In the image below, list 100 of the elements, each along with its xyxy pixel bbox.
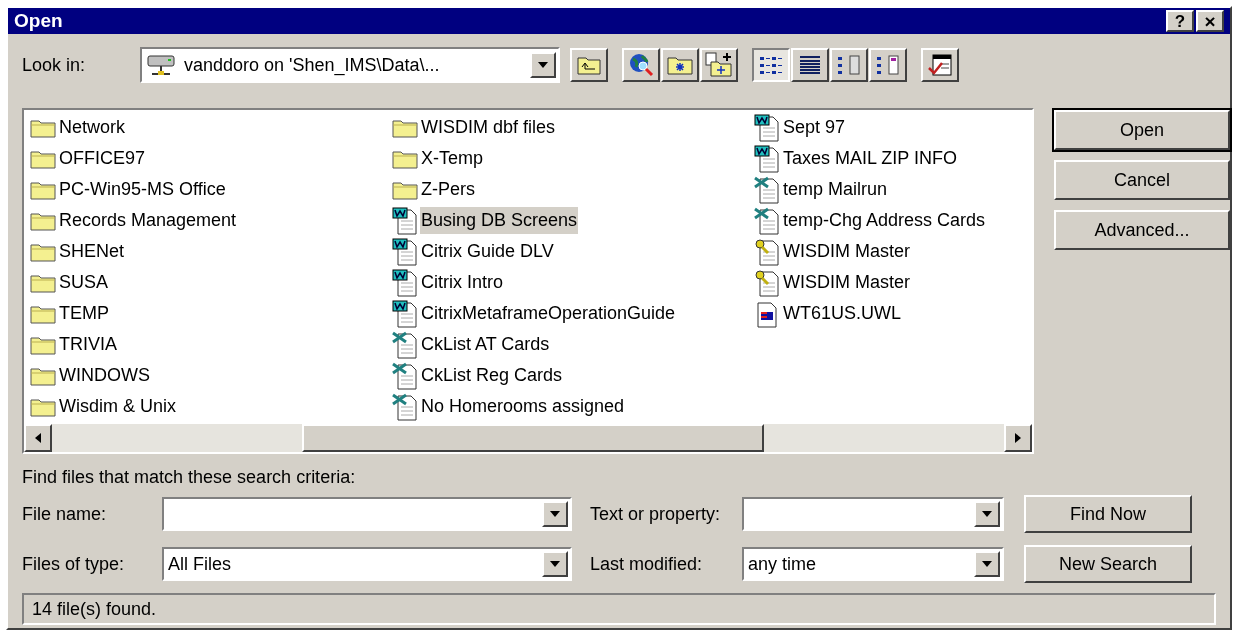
dropdown-button[interactable]: [542, 551, 568, 577]
files-of-type-label: Files of type:: [22, 552, 126, 576]
status-bar: 14 file(s) found.: [22, 593, 1216, 625]
file-item[interactable]: WT61US.UWL: [754, 298, 1032, 329]
file-item[interactable]: WISDIM dbf files: [392, 112, 754, 143]
file-item[interactable]: CitrixMetaframeOperationGuide: [392, 298, 754, 329]
text-or-property-label: Text or property:: [589, 502, 722, 526]
caret-icon: [550, 511, 560, 517]
file-item[interactable]: Network: [30, 112, 392, 143]
combo-field[interactable]: any time: [742, 547, 1004, 581]
folder-icon: [30, 334, 56, 355]
scroll-right-button[interactable]: [1004, 424, 1032, 452]
file-item[interactable]: WISDIM Master: [754, 236, 1032, 267]
dialog-button[interactable]: Cancel: [1054, 160, 1230, 200]
file-item[interactable]: Z-Pers: [392, 174, 754, 205]
add-to-favorites-button[interactable]: [700, 48, 738, 82]
combo-field[interactable]: All Files: [162, 547, 572, 581]
file-item[interactable]: Wisdim & Unix: [30, 391, 392, 422]
file-item[interactable]: Taxes MAIL ZIP INFO: [754, 143, 1032, 174]
file-item[interactable]: Sept 97: [754, 112, 1032, 143]
folder-icon: [30, 396, 56, 417]
folder-icon: [30, 148, 56, 169]
find-now-button[interactable]: Find Now: [1024, 495, 1192, 533]
add-folder-icon: [705, 52, 733, 78]
folder-icon: [30, 117, 56, 138]
file-item[interactable]: TRIVIA: [30, 329, 392, 360]
dropdown-button[interactable]: [542, 501, 568, 527]
folder-icon: [392, 148, 418, 169]
file-item[interactable]: WISDIM Master: [754, 267, 1032, 298]
window-title: Open: [14, 8, 63, 33]
properties-view-icon: [837, 55, 861, 75]
details-view-icon: [798, 55, 822, 75]
checkmark-window-icon: [927, 53, 953, 77]
dialog-button[interactable]: Open: [1054, 110, 1230, 150]
file-item[interactable]: SUSA: [30, 267, 392, 298]
dropdown-button[interactable]: [530, 52, 556, 78]
spreadsheet-icon: [392, 392, 418, 421]
dropdown-button[interactable]: [974, 501, 1000, 527]
preview-view-icon: [876, 55, 900, 75]
file-item[interactable]: No Homerooms assigned: [392, 391, 754, 422]
list-view-icon: [759, 55, 783, 75]
file-item[interactable]: CkList Reg Cards: [392, 360, 754, 391]
word-document-icon: [754, 113, 780, 142]
help-button[interactable]: ?: [1166, 10, 1194, 32]
dialog-button[interactable]: Advanced...: [1054, 210, 1230, 250]
new-search-button[interactable]: New Search: [1024, 545, 1192, 583]
word-document-icon: [392, 237, 418, 266]
file-item[interactable]: Busing DB Screens: [392, 205, 754, 236]
file-item[interactable]: X-Temp: [392, 143, 754, 174]
folder-icon: [30, 272, 56, 293]
file-item[interactable]: temp Mailrun: [754, 174, 1032, 205]
horizontal-scrollbar[interactable]: [24, 424, 1032, 452]
commands-button[interactable]: [921, 48, 959, 82]
left-arrow-icon: [35, 433, 41, 443]
view-button[interactable]: [752, 48, 790, 82]
folder-icon: [30, 179, 56, 200]
file-item[interactable]: Records Management: [30, 205, 392, 236]
folder-icon: [392, 179, 418, 200]
search-web-button[interactable]: [622, 48, 660, 82]
key-document-icon: [754, 268, 780, 297]
spreadsheet-icon: [392, 330, 418, 359]
folder-icon: [30, 241, 56, 262]
caret-icon: [982, 561, 992, 567]
folder-icon: [392, 117, 418, 138]
file-item[interactable]: Citrix Guide DLV: [392, 236, 754, 267]
spreadsheet-icon: [392, 361, 418, 390]
favorites-button[interactable]: [661, 48, 699, 82]
scroll-left-button[interactable]: [24, 424, 52, 452]
file-icon: [754, 299, 780, 328]
word-document-icon: [754, 144, 780, 173]
file-name-field[interactable]: [162, 497, 572, 531]
globe-magnifier-icon: [628, 52, 654, 78]
caret-icon: [982, 511, 992, 517]
up-folder-icon: [577, 55, 601, 75]
folder-star-icon: [667, 55, 693, 75]
close-button[interactable]: ×: [1196, 10, 1224, 32]
file-item[interactable]: TEMP: [30, 298, 392, 329]
file-item[interactable]: CkList AT Cards: [392, 329, 754, 360]
look-in-dropdown[interactable]: vanddoro on 'Shen_IMS\Data\...: [140, 47, 560, 83]
search-heading: Find files that match these search criteria:: [22, 466, 357, 489]
file-item[interactable]: Citrix Intro: [392, 267, 754, 298]
file-item[interactable]: OFFICE97: [30, 143, 392, 174]
file-name-label: File name:: [22, 502, 108, 526]
file-item[interactable]: PC-Win95-MS Office: [30, 174, 392, 205]
caret-icon: [538, 62, 548, 68]
last-modified-label: Last modified:: [589, 552, 704, 576]
key-document-icon: [754, 237, 780, 266]
file-item[interactable]: WINDOWS: [30, 360, 392, 391]
folder-icon: [30, 365, 56, 386]
dropdown-button[interactable]: [974, 551, 1000, 577]
word-document-icon: [392, 299, 418, 328]
caret-icon: [550, 561, 560, 567]
up-folder-button[interactable]: [570, 48, 608, 82]
combo-field[interactable]: [742, 497, 1004, 531]
file-item[interactable]: temp-Chg Address Cards: [754, 205, 1032, 236]
folder-icon: [30, 303, 56, 324]
network-drive-icon: [146, 53, 176, 77]
scrollbar-thumb[interactable]: [302, 424, 764, 452]
file-item[interactable]: SHENet: [30, 236, 392, 267]
spreadsheet-icon: [754, 206, 780, 235]
